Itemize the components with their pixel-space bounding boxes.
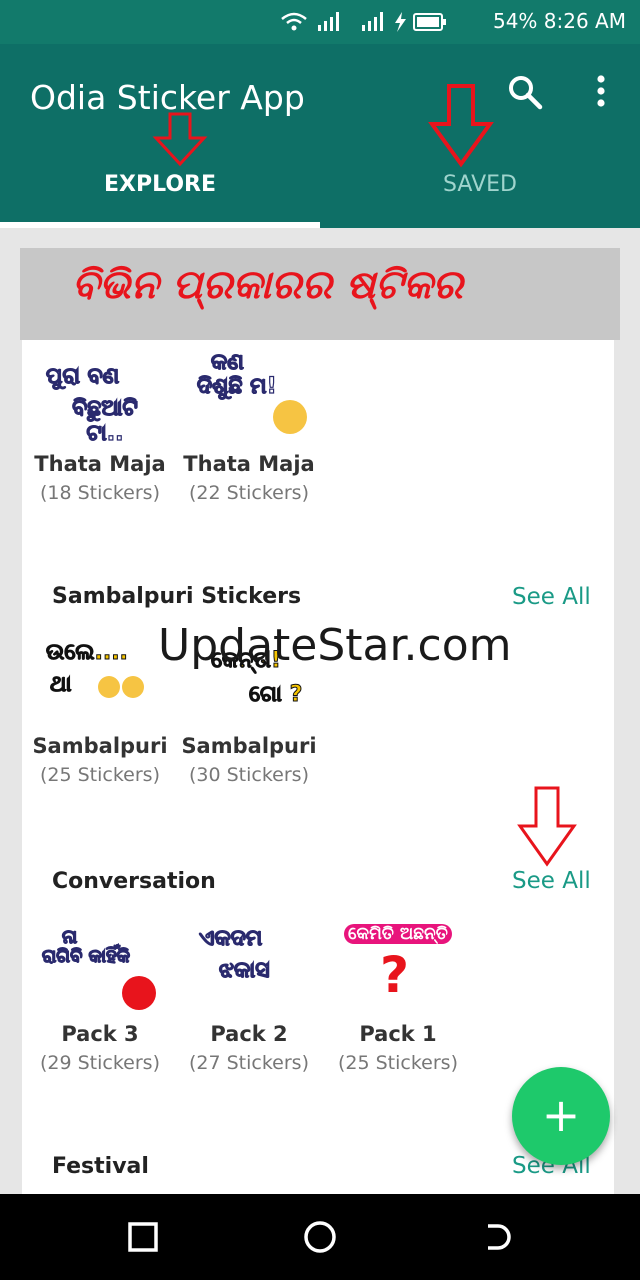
sticker-pack-card[interactable]: ନା ରାଗିବି କାହିଁକି Pack 3 (29 Stickers): [25, 922, 175, 1074]
add-sticker-button[interactable]: +: [512, 1067, 610, 1165]
more-options-icon[interactable]: [590, 74, 612, 110]
annotation-arrow-down-icon: [428, 84, 494, 168]
pack-count: (29 Stickers): [39, 1052, 160, 1074]
sticker-text: ଦିଶୁଛି ମ!: [196, 373, 277, 399]
sticker-pack-card[interactable]: ଏକଦମ ଝକାସ Pack 2 (27 Stickers): [174, 922, 324, 1074]
selected-tab-indicator: [0, 222, 320, 228]
annotation-arrow-down-icon: [152, 112, 208, 167]
watermark: UpdateStar.com: [158, 620, 512, 671]
question-mark-icon: ?: [380, 946, 410, 1004]
sticker-thumbnail: ନା ରାଗିବି କାହିଁକି: [40, 922, 160, 1012]
pack-name: Pack 2: [210, 1022, 288, 1046]
pack-count: (27 Stickers): [188, 1052, 309, 1074]
sticker-text: ଝକାସ: [218, 957, 270, 983]
sticker-pack-card[interactable]: କେମିତି ଅଛନ୍ତି ? Pack 1 (25 Stickers): [323, 922, 473, 1074]
tab-saved[interactable]: SAVED: [320, 172, 640, 197]
annotation-banner: ବିଭିନ ପ୍ରକାରର ଷ୍ଟିକର: [20, 248, 620, 340]
laughing-emoji-icon: [122, 676, 144, 698]
sticker-text: ଗୋ ?: [248, 682, 303, 708]
search-icon[interactable]: [507, 74, 543, 110]
sticker-thumbnail: ଉଲେ.... ଥା: [40, 636, 160, 726]
recent-apps-icon[interactable]: [128, 1222, 158, 1252]
see-all-link[interactable]: See All: [512, 584, 591, 610]
clock: 8:26 AM: [543, 9, 626, 33]
home-icon[interactable]: [303, 1220, 337, 1254]
sticker-pack-card[interactable]: କଣ ଦିଶୁଛି ମ! Thata Maja (22 Stickers): [174, 349, 324, 504]
sticker-text: ରାଗିବି କାହିଁକି: [41, 945, 130, 967]
section-title: Conversation: [52, 869, 216, 894]
pack-name: Pack 3: [61, 1022, 139, 1046]
pack-count: (22 Stickers): [188, 482, 309, 504]
pack-name: Pack 1: [359, 1022, 437, 1046]
status-bar: 54% 8:26 AM: [0, 0, 640, 44]
system-nav-bar: [0, 1194, 640, 1280]
battery-percent: 54%: [492, 9, 538, 33]
pack-count: (25 Stickers): [337, 1052, 458, 1074]
sticker-text: କଣ: [210, 349, 244, 375]
banner-text: ବିଭିନ ପ୍ରକାରର ଷ୍ଟିକର: [72, 262, 463, 308]
sticker-thumbnail: କଣ ଦିଶୁଛି ମ!: [189, 349, 309, 442]
pack-name: Sambalpuri: [181, 734, 317, 758]
signal-icons: [280, 9, 450, 40]
pack-count: (30 Stickers): [188, 764, 309, 786]
angry-emoji-icon: [122, 976, 156, 1010]
sticker-text: ଏକଦମ: [198, 925, 263, 951]
pack-name: Thata Maja: [183, 452, 315, 476]
wifi-signal-icon: [281, 12, 446, 32]
pack-name: Thata Maja: [34, 452, 166, 476]
sticker-text: ନା: [61, 925, 78, 948]
sticker-text: ଥା: [49, 672, 72, 698]
sticker-thumbnail: ପୁରା ବଣ ବିଛୁଆଟି ଟା..: [40, 352, 160, 446]
section-title: Festival: [52, 1154, 149, 1179]
section-title: Sambalpuri Stickers: [52, 584, 302, 609]
sticker-thumbnail: ଏକଦମ ଝକାସ: [189, 922, 309, 1012]
pack-count: (18 Stickers): [39, 482, 160, 504]
pack-name: Sambalpuri: [32, 734, 168, 758]
annotation-arrow-down-icon: [517, 786, 577, 867]
laughing-emoji-icon: [98, 676, 120, 698]
sticker-pack-card[interactable]: ପୁରା ବଣ ବିଛୁଆଟି ଟା.. Thata Maja (18 Stic…: [25, 352, 175, 504]
sticker-text: ପୁରା ବଣ: [45, 363, 120, 389]
status-text: 54% 8:26 AM: [493, 9, 626, 33]
sticker-text: ବିଛୁଆଟି ଟା..: [72, 395, 139, 446]
tab-explore[interactable]: EXPLORE: [0, 172, 320, 197]
sticker-text: କେମିତି ଅଛନ୍ତି: [344, 924, 452, 944]
app-bar: Odia Sticker App EXPLORE SAVED: [0, 44, 640, 228]
sticker-pack-card[interactable]: ଉଲେ.... ଥା Sambalpuri (25 Stickers): [25, 636, 175, 787]
back-icon[interactable]: [484, 1222, 512, 1252]
pack-count: (25 Stickers): [39, 764, 160, 786]
see-all-link[interactable]: See All: [512, 868, 591, 894]
sticker-thumbnail: କେମିତି ଅଛନ୍ତି ?: [338, 922, 458, 1012]
sticker-text: ଉଲେ....: [46, 640, 129, 666]
winking-emoji-icon: [273, 400, 307, 434]
